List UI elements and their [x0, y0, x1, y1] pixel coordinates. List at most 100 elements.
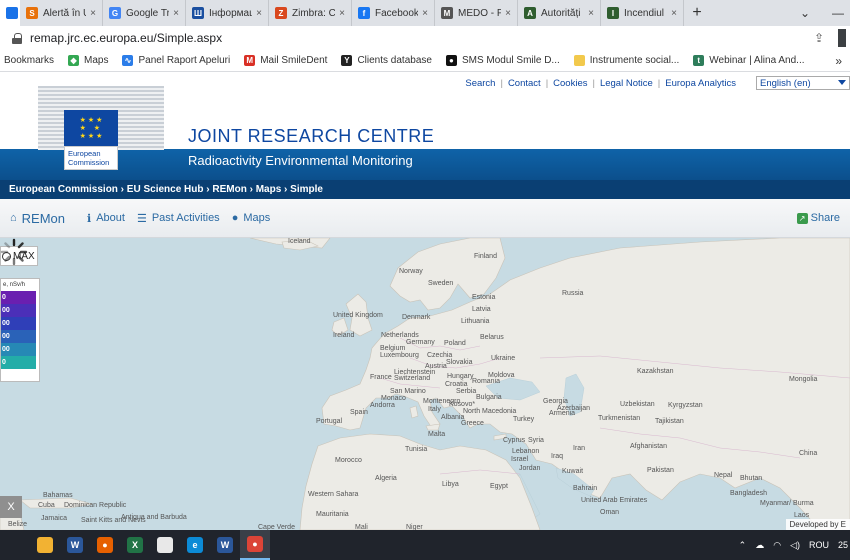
bookmarks-label[interactable]: Bookmarks: [4, 55, 54, 66]
map-country-label: Poland: [444, 340, 466, 347]
bookmark-item[interactable]: ● SMS Modul Smile D...: [445, 55, 560, 66]
wifi-icon[interactable]: ◠: [773, 540, 781, 551]
map-country-label: Jamaica: [41, 515, 68, 522]
ec-logo[interactable]: ★ ★ ★ ★ ★ ★ ★ ★ European Commission: [38, 86, 164, 170]
site-subtitle: Radioactivity Environmental Monitoring: [188, 153, 413, 168]
browser-tab[interactable]: I Incendiul ×: [601, 0, 684, 26]
legend-row: 00: [1, 317, 36, 330]
map-country-label: Croatia: [445, 381, 468, 388]
url-text[interactable]: remap.jrc.ec.europa.eu/Simple.aspx: [30, 31, 222, 45]
taskbar-app-icon[interactable]: [0, 530, 30, 560]
chevron-up-icon[interactable]: ⌃: [739, 540, 747, 551]
language-select[interactable]: English (en): [756, 76, 850, 90]
browser-tab[interactable]: G Google Tra ×: [103, 0, 186, 26]
close-tab-icon[interactable]: ×: [588, 8, 594, 19]
header-link[interactable]: Search: [465, 78, 495, 89]
map-country-label: Greece: [461, 420, 484, 427]
utility-links: Search | Contact | Cookies | Legal Notice | Euro…: [465, 78, 736, 89]
map-country-label: Israel: [511, 456, 529, 463]
bookmark-item[interactable]: t Webinar | Alina And...: [693, 55, 805, 66]
tray-clock[interactable]: 25: [838, 540, 848, 550]
close-tab-icon[interactable]: ×: [671, 8, 677, 19]
bookmark-icon: ∿: [122, 55, 134, 66]
map-country-label: Turkmenistan: [598, 415, 641, 422]
file-explorer-taskbar-icon[interactable]: [30, 530, 60, 560]
close-tab-icon[interactable]: ×: [256, 8, 262, 19]
nav-item-maps[interactable]: ● Maps: [232, 212, 271, 224]
nav-item-past-activities[interactable]: ☰ Past Activities: [137, 212, 220, 225]
share-page-icon[interactable]: ⇪: [814, 31, 824, 45]
word-taskbar-icon[interactable]: W: [60, 530, 90, 560]
map-country-label: Hungary: [447, 373, 474, 380]
excel-taskbar-icon[interactable]: X: [120, 530, 150, 560]
bookmark-item[interactable]: M Mail SmileDent: [244, 55, 327, 66]
tray-language[interactable]: ROU: [809, 540, 829, 550]
map-country-label: Malta: [428, 431, 446, 438]
close-tab-icon[interactable]: ×: [505, 8, 511, 19]
address-bar[interactable]: remap.jrc.ec.europa.eu/Simple.aspx ⇪: [0, 26, 850, 50]
bookmark-item[interactable]: ◆ Maps: [68, 55, 108, 66]
share-button[interactable]: ↗ Share: [796, 212, 840, 224]
bookmark-item[interactable]: Y Clients database: [341, 55, 432, 66]
close-tab-icon[interactable]: ×: [173, 8, 179, 19]
nav-item-label: About: [96, 212, 125, 224]
map-country-label: Bulgaria: [476, 394, 502, 401]
header-link[interactable]: Contact: [508, 78, 541, 89]
chrome-taskbar-icon[interactable]: ●: [240, 530, 270, 560]
loading-spinner-icon: [0, 238, 28, 266]
browser-tab[interactable]: M MEDO - Pr ×: [435, 0, 518, 26]
nav-brand-label: REMon: [21, 210, 66, 226]
cloud-icon[interactable]: ☁: [755, 540, 764, 551]
bookmark-item[interactable]: Instrumente social...: [573, 55, 679, 66]
close-tab-icon[interactable]: ×: [339, 8, 345, 19]
profile-icon[interactable]: [838, 29, 846, 47]
map-country-label: Latvia: [472, 306, 491, 313]
close-tab-icon[interactable]: ×: [422, 8, 428, 19]
tab-title: Zimbra: Co: [292, 7, 335, 19]
language-value: English (en): [760, 78, 811, 89]
map-country-label: Turkey: [513, 416, 535, 423]
browser-tab[interactable]: S Alertă în U ×: [20, 0, 103, 26]
header-link[interactable]: Europa Analytics: [665, 78, 736, 89]
legend-row: 00: [1, 330, 36, 343]
notepad-taskbar-icon[interactable]: [150, 530, 180, 560]
more-bookmarks-icon[interactable]: »: [835, 54, 842, 68]
word2-taskbar-icon[interactable]: W: [210, 530, 240, 560]
legend-row: 0: [1, 291, 36, 304]
close-panel-button[interactable]: X: [0, 496, 22, 518]
map-country-label: Algeria: [375, 475, 397, 482]
map-country-label: Cyprus: [503, 437, 526, 444]
globe-icon: ●: [231, 212, 239, 224]
header-link[interactable]: Legal Notice: [600, 78, 653, 89]
bookmark-item[interactable]: ∿ Panel Raport Apeluri: [122, 55, 230, 66]
breadcrumb[interactable]: European Commission › EU Science Hub › R…: [0, 180, 850, 199]
new-tab-button[interactable]: +: [684, 0, 710, 26]
browser-tab[interactable]: Z Zimbra: Co ×: [269, 0, 352, 26]
map-view[interactable]: Iceland Finland Norway Sweden Russia Estonia L…: [0, 238, 850, 530]
map-credit[interactable]: Developed by E: [785, 519, 850, 530]
edge-icon: e: [187, 537, 203, 553]
browser-tab[interactable]: ×: [0, 0, 20, 26]
browser-tab-strip: ×SAlertă în U×GGoogle Tra×ШІнформаці×ZZi…: [0, 0, 850, 26]
bookmarks-apps[interactable]: Bookmarks: [4, 55, 54, 66]
firefox-taskbar-icon[interactable]: ●: [90, 530, 120, 560]
close-tab-icon[interactable]: ×: [90, 8, 96, 19]
browser-tab[interactable]: A Autorități ×: [518, 0, 601, 26]
tab-search-icon[interactable]: ⌄: [800, 6, 810, 20]
map-country-label: Morocco: [335, 457, 362, 464]
browser-tab[interactable]: f Facebook ×: [352, 0, 435, 26]
map-country-label: Lithuania: [461, 318, 490, 325]
window-controls: ⌄ —: [800, 0, 850, 26]
bookmark-icon: Y: [341, 55, 353, 66]
map-country-label: Germany: [406, 339, 435, 346]
tab-favicon-icon: I: [607, 7, 619, 19]
browser-tab[interactable]: Ш Інформаці ×: [186, 0, 269, 26]
lock-icon[interactable]: [12, 32, 22, 44]
minimize-button[interactable]: —: [832, 6, 844, 20]
tab-title: Incendiul: [624, 7, 665, 19]
header-link[interactable]: Cookies: [553, 78, 587, 89]
nav-brand-remon[interactable]: ⌂ REMon: [10, 211, 65, 226]
nav-item-about[interactable]: ℹ About: [87, 212, 125, 225]
volume-icon[interactable]: ◁): [790, 540, 800, 551]
edge-taskbar-icon[interactable]: e: [180, 530, 210, 560]
